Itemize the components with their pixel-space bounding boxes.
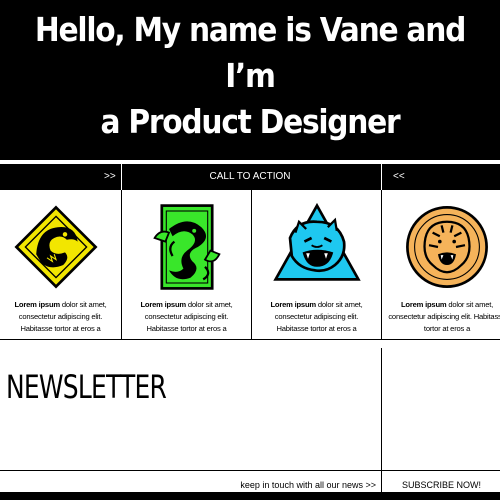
dragon-badge-icon [152,204,221,290]
badge-gallery: Lorem ipsum dolor sit amet, consectetur … [0,190,500,340]
call-to-action-button[interactable]: CALL TO ACTION [0,171,500,182]
gallery-card[interactable]: Lorem ipsum dolor sit amet, consectetur … [252,190,382,340]
hero-banner: Hello, My name is Vane and I’m a Product… [0,0,500,160]
card-caption: Lorem ipsum dolor sit amet, consectetur … [270,300,363,333]
hero-title-line-1: Hello, My name is Vane and I’m [34,10,466,95]
snake-badge-icon [13,205,98,289]
card-caption: Lorem ipsum dolor sit amet, consectetur … [388,300,500,333]
gallery-card[interactable]: Lorem ipsum dolor sit amet, consectetur … [0,190,122,340]
keep-in-touch-link[interactable]: keep in touch with all our news >> [240,480,376,490]
newsletter-section: NEWSLETTER keep in touch with all our ne… [0,348,500,500]
hero-title: Hello, My name is Vane and I’m a Product… [25,7,475,145]
gallery-card[interactable]: Lorem ipsum dolor sit amet, consectetur … [122,190,252,340]
card-caption: Lorem ipsum dolor sit amet, consectetur … [14,300,107,333]
gallery-card[interactable]: Lorem ipsum dolor sit amet, consectetur … [382,190,500,340]
subscribe-button[interactable]: SUBSCRIBE NOW! [383,480,500,490]
hero-title-line-2: a Product Designer [100,102,401,141]
prev-arrow-button[interactable]: << [393,171,405,182]
newsletter-title: NEWSLETTER [6,368,167,406]
panther-badge-icon [272,202,361,281]
carousel-nav-bar: >> CALL TO ACTION << [0,164,500,190]
tiger-badge-icon [406,206,488,288]
card-caption: Lorem ipsum dolor sit amet, consectetur … [140,300,233,333]
bottom-strip [0,492,500,500]
